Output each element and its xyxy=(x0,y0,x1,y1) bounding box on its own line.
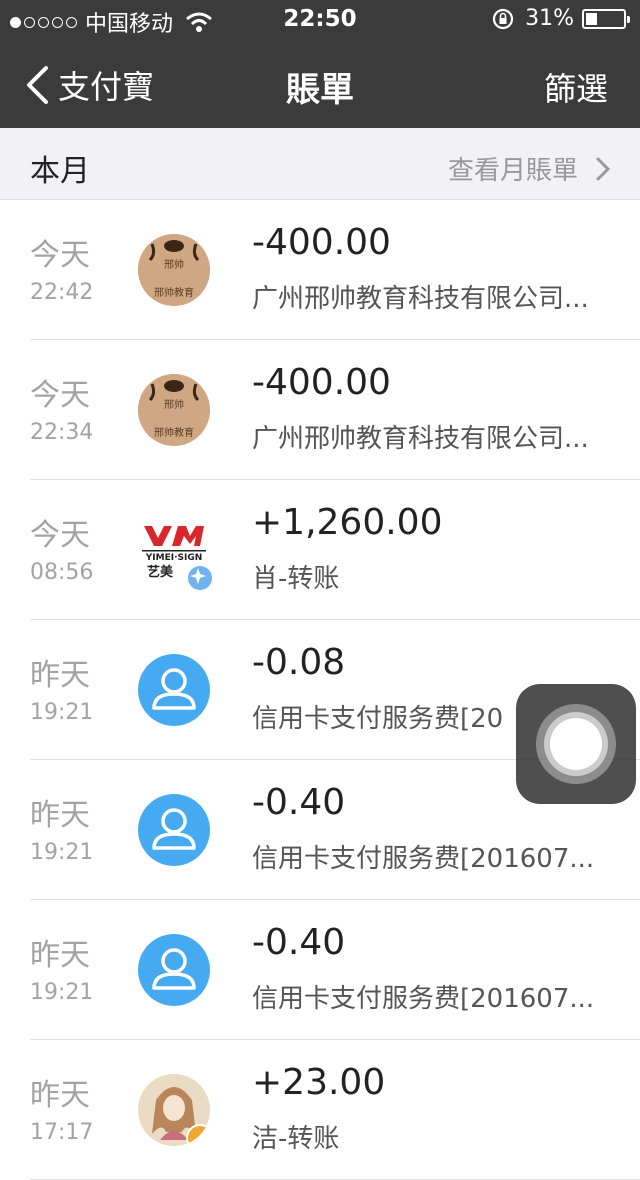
transaction-day: 昨天 xyxy=(30,658,90,693)
person-avatar xyxy=(138,934,210,1006)
edu-logo-bottom-text: 邢帅教育 xyxy=(154,288,194,299)
month-label: 本月 xyxy=(30,154,90,189)
transaction-time: 08:56 xyxy=(30,560,94,585)
transaction-description: 洁-转账 xyxy=(252,1124,340,1154)
chevron-right-icon xyxy=(596,157,610,180)
transaction-amount: -400.00 xyxy=(252,222,391,263)
navigation-bar: 支付寶 賬單 篩選 xyxy=(0,40,640,128)
transaction-day: 昨天 xyxy=(30,1078,90,1113)
transaction-amount: +1,260.00 xyxy=(252,502,443,543)
transaction-description: 广州邢帅教育科技有限公司... xyxy=(252,424,589,454)
assistive-touch-icon xyxy=(550,718,602,770)
edu-logo-bottom-text: 邢帅教育 xyxy=(154,428,194,439)
view-monthly-bill-label: 查看月賬單 xyxy=(447,156,578,186)
transaction-time: 19:21 xyxy=(30,840,94,865)
person-icon xyxy=(152,948,196,990)
transaction-description: 肖-转账 xyxy=(252,564,340,594)
transaction-time: 22:34 xyxy=(30,420,94,445)
transaction-description: 信用卡支付服务费[201607... xyxy=(252,984,595,1014)
transaction-row[interactable]: 昨天 19:21 -0.40 信用卡支付服务费[201607... xyxy=(0,900,640,1040)
edu-logo-avatar: 邢帅 邢帅教育 xyxy=(138,234,210,306)
filter-button[interactable]: 篩選 xyxy=(544,64,608,110)
battery-icon xyxy=(582,8,630,29)
transaction-row[interactable]: 今天 08:56 YIMEI·SIGN 艺美 +1,260.00 肖-转账 xyxy=(0,480,640,620)
transaction-day: 今天 xyxy=(30,378,90,413)
person-avatar xyxy=(138,794,210,866)
month-section-header: 本月 查看月賬單 xyxy=(0,128,640,200)
edu-logo-avatar: 邢帅 邢帅教育 xyxy=(138,374,210,446)
transaction-amount: -400.00 xyxy=(252,362,391,403)
status-bar: 中国移动 22:50 31% xyxy=(0,0,640,40)
person-icon xyxy=(152,808,196,850)
transaction-amount: +23.00 xyxy=(252,1062,386,1103)
rotation-lock-icon xyxy=(492,8,514,29)
transaction-amount: -0.08 xyxy=(252,642,346,683)
transaction-day: 昨天 xyxy=(30,798,90,833)
transaction-time: 19:21 xyxy=(30,980,94,1005)
transaction-time: 17:17 xyxy=(30,1120,94,1145)
transaction-description: 信用卡支付服务费[20 xyxy=(252,704,504,734)
transaction-time: 19:21 xyxy=(30,700,94,725)
yimei-logo-avatar: YIMEI·SIGN 艺美 xyxy=(138,514,214,592)
battery-percent: 31% xyxy=(525,6,574,31)
transaction-description: 信用卡支付服务费[201607... xyxy=(252,844,595,874)
transaction-row[interactable]: 今天 22:42 邢帅 邢帅教育 -400.00 广州邢帅教育科技有限公司... xyxy=(0,200,640,340)
transaction-day: 今天 xyxy=(30,518,90,553)
transaction-time: 22:42 xyxy=(30,280,94,305)
person-avatar xyxy=(138,654,210,726)
person-icon xyxy=(152,668,196,710)
battery-area: 31% xyxy=(491,6,630,31)
transaction-day: 今天 xyxy=(30,238,90,273)
edu-logo-top-text: 邢帅 xyxy=(164,260,184,271)
transaction-row[interactable]: 今天 22:34 邢帅 邢帅教育 -400.00 广州邢帅教育科技有限公司... xyxy=(0,340,640,480)
transaction-description: 广州邢帅教育科技有限公司... xyxy=(252,284,589,314)
yimei-logo-text: YIMEI·SIGN xyxy=(145,553,203,563)
yimei-logo-cn-text: 艺美 xyxy=(147,564,174,580)
transaction-day: 昨天 xyxy=(30,938,90,973)
transaction-row[interactable]: 昨天 17:17 +23.00 洁-转账 xyxy=(0,1040,640,1180)
assistive-touch-button[interactable] xyxy=(516,684,636,804)
edu-logo-top-text: 邢帅 xyxy=(164,400,184,411)
transaction-amount: -0.40 xyxy=(252,922,346,963)
view-monthly-bill-link[interactable]: 查看月賬單 xyxy=(448,150,610,187)
verified-badge-icon xyxy=(186,564,214,592)
star-badge-icon xyxy=(186,1124,210,1146)
transaction-amount: -0.40 xyxy=(252,782,346,823)
contact-photo-avatar xyxy=(138,1074,210,1146)
